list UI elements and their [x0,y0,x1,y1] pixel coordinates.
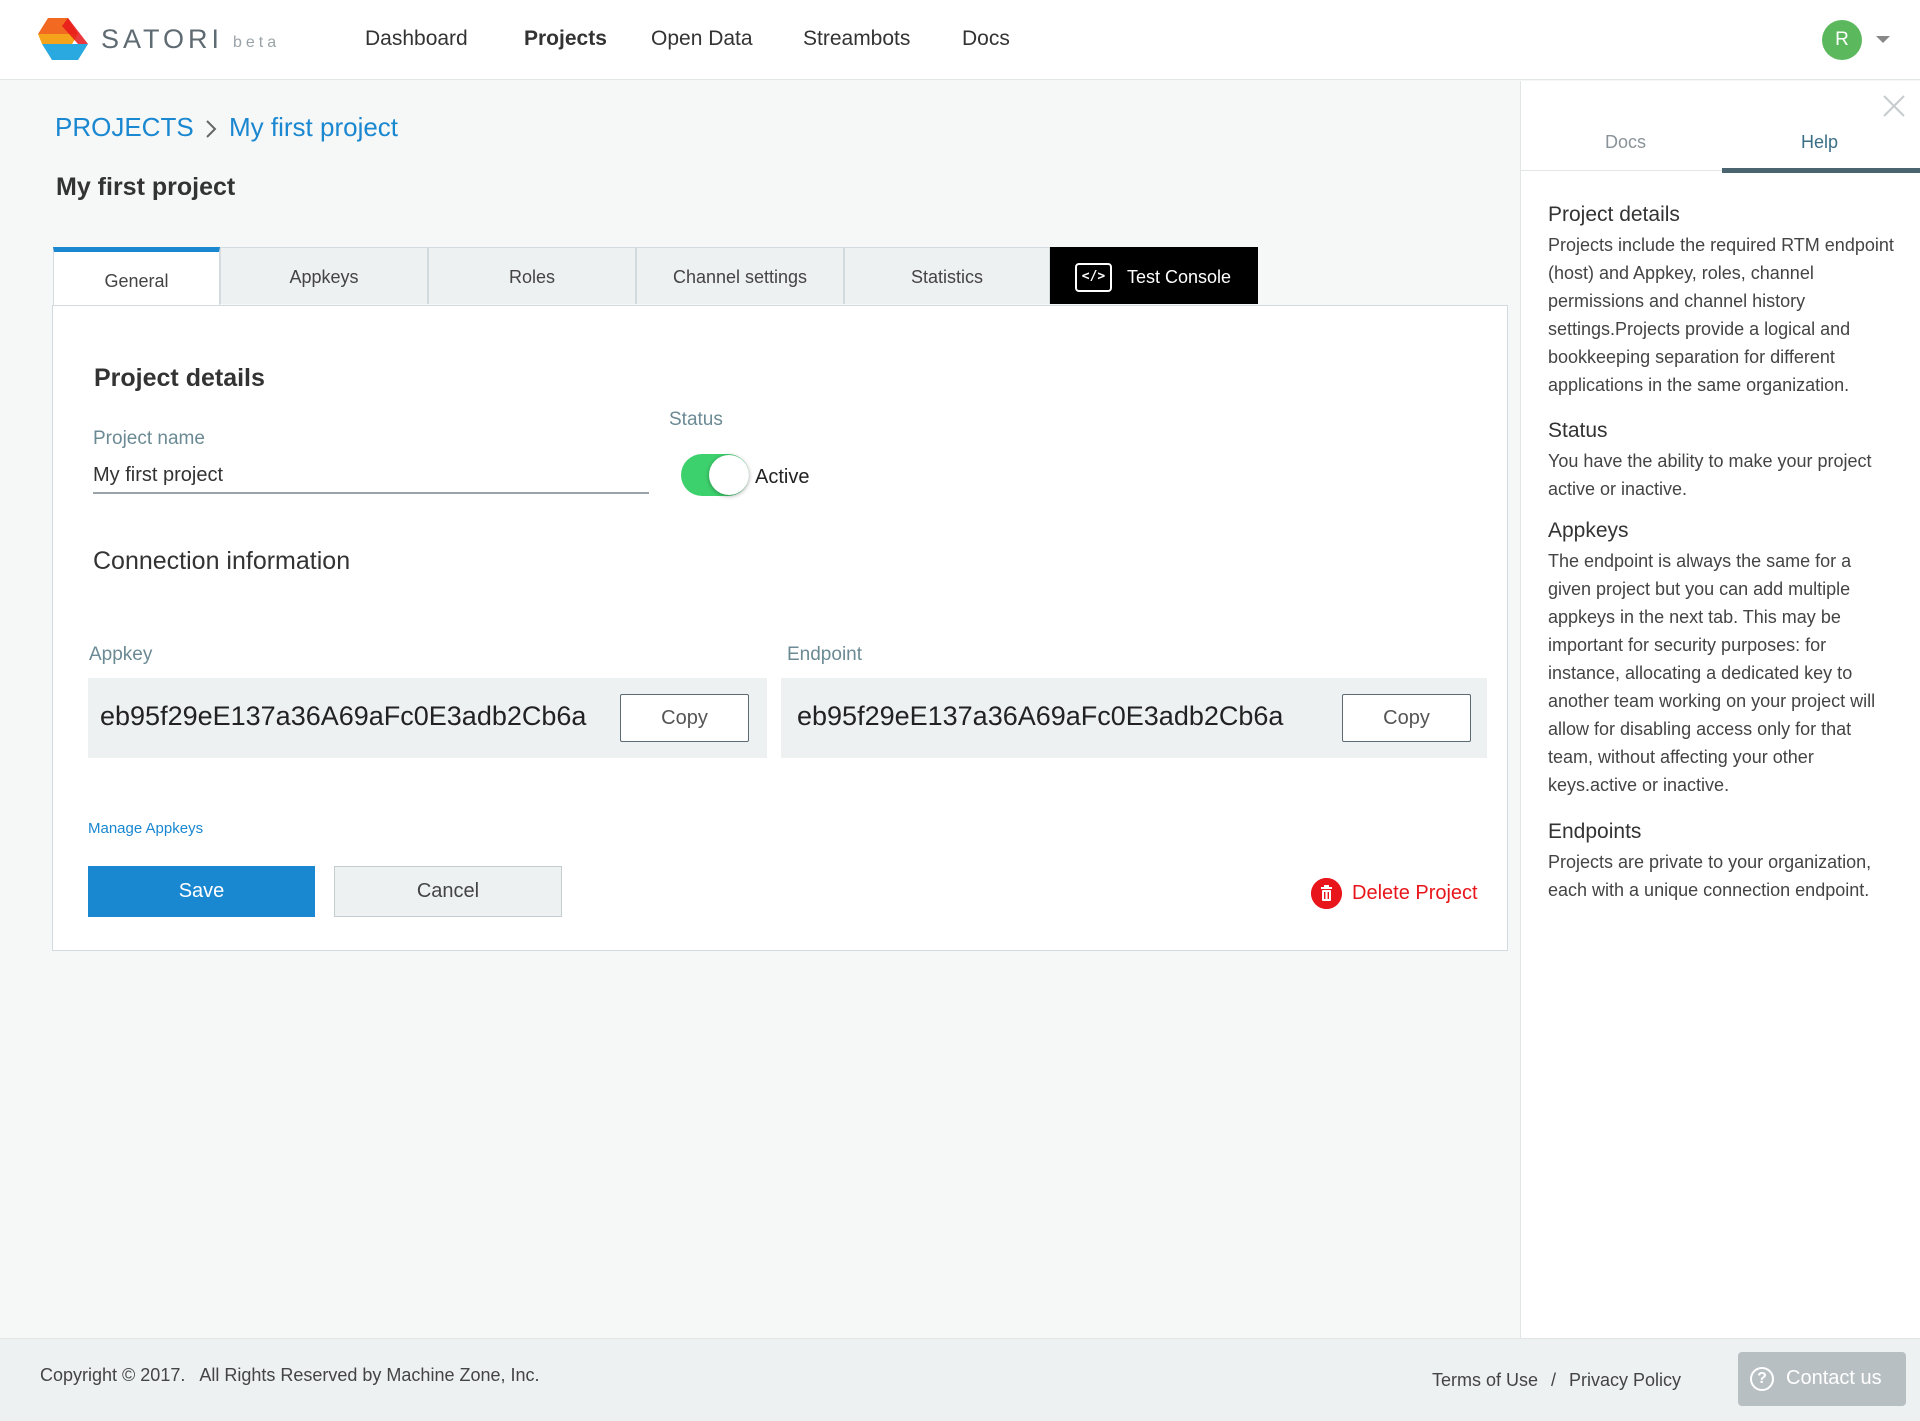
privacy-policy-link[interactable]: Privacy Policy [1569,1370,1681,1391]
status-label: Status [669,409,723,430]
copy-endpoint-button[interactable]: Copy [1342,694,1471,742]
terms-of-use-link[interactable]: Terms of Use [1432,1370,1538,1391]
satori-logo-icon[interactable] [38,18,88,60]
tab-general[interactable]: General [53,247,220,307]
nav-docs[interactable]: Docs [962,27,1010,51]
delete-project-label: Delete Project [1352,882,1478,904]
nav-projects[interactable]: Projects [524,27,607,51]
copy-appkey-button[interactable]: Copy [620,694,749,742]
nav-dashboard[interactable]: Dashboard [365,27,468,51]
help-body-project-details: Projects include the required RTM endpoi… [1548,235,1894,395]
endpoint-value: eb95f29eE137a36A69aFc0E3adb2Cb6a [797,701,1284,731]
close-icon[interactable] [1882,94,1906,118]
brand-tag: beta [233,34,281,51]
tab-statistics[interactable]: Statistics [844,247,1050,304]
help-title-endpoints: Endpoints [1548,820,1642,843]
manage-appkeys-link[interactable]: Manage Appkeys [88,820,203,837]
panel-tab-docs[interactable]: Docs [1605,132,1646,153]
tab-test-console[interactable]: </> Test Console [1050,247,1258,304]
brand-name: SATORI [101,24,224,54]
appkey-value: eb95f29eE137a36A69aFc0E3adb2Cb6a [100,701,587,731]
status-value: Active [755,466,810,488]
save-button[interactable]: Save [88,866,315,917]
help-circle-icon: ? [1750,1367,1774,1391]
user-avatar[interactable]: R [1822,20,1862,60]
top-navigation-bar [0,0,1920,80]
chevron-down-icon[interactable] [1876,36,1890,43]
toggle-knob [709,455,749,495]
status-toggle[interactable] [681,454,749,496]
nav-open-data[interactable]: Open Data [651,27,753,51]
nav-streambots[interactable]: Streambots [803,27,910,51]
tab-channel-settings[interactable]: Channel settings [636,247,844,304]
footer-separator: / [1551,1370,1557,1390]
project-details-heading: Project details [94,364,265,392]
copyright-text: Copyright © 2017. All Rights Reserved by… [40,1365,540,1385]
panel-tab-active-indicator [1722,168,1920,173]
project-name-input[interactable] [93,458,649,494]
cancel-button[interactable]: Cancel [334,866,562,917]
help-title-project-details: Project details [1548,203,1680,226]
help-body-endpoints: Projects are private to your organizatio… [1548,852,1872,900]
contact-us-label: Contact us [1786,1367,1882,1389]
chevron-right-icon [206,120,217,138]
connection-heading: Connection information [93,547,351,575]
help-title-appkeys: Appkeys [1548,519,1629,542]
breadcrumb-projects-link[interactable]: PROJECTS [55,112,194,143]
tab-test-console-label: Test Console [1127,267,1232,287]
code-icon: </> [1075,263,1112,292]
trash-icon [1311,878,1342,909]
breadcrumb-current: My first project [229,112,399,142]
endpoint-box: eb95f29eE137a36A69aFc0E3adb2Cb6a Copy [781,678,1487,758]
project-name-label: Project name [93,428,205,449]
tab-appkeys[interactable]: Appkeys [220,247,428,304]
appkey-box: eb95f29eE137a36A69aFc0E3adb2Cb6a Copy [88,678,767,758]
tab-roles[interactable]: Roles [428,247,636,304]
page-title: My first project [56,173,236,201]
help-title-status: Status [1548,419,1608,442]
general-settings-card [52,305,1508,951]
endpoint-label: Endpoint [787,644,863,665]
panel-tab-help[interactable]: Help [1801,132,1838,153]
appkey-label: Appkey [89,644,153,665]
help-body-appkeys: The endpoint is always the same for a gi… [1548,551,1876,795]
contact-us-button[interactable]: ? Contact us [1738,1352,1906,1406]
project-tabs: General Appkeys Roles Channel settings S… [53,247,1259,307]
help-body-status: You have the ability to make your projec… [1548,451,1872,499]
